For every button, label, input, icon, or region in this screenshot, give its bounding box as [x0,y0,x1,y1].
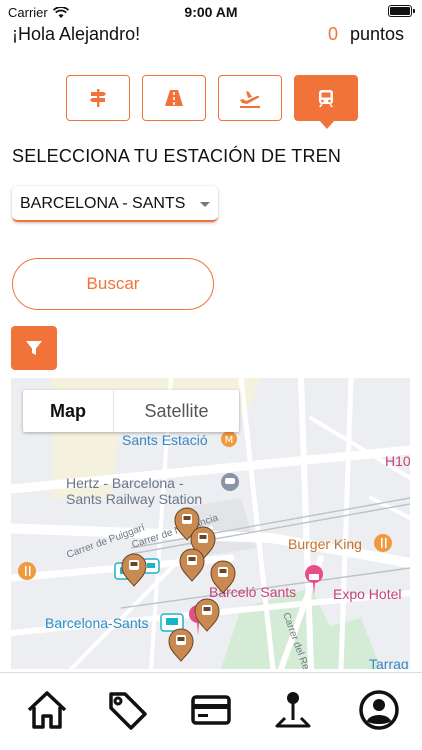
status-time: 9:00 AM [184,4,238,20]
map-view[interactable]: M Sants Estació Hertz - Barcelona - Sant… [11,378,410,669]
battery-icon [388,5,415,17]
map-label-expo-hotel: Expo Hotel [333,586,401,602]
mode-highway-button[interactable] [142,75,206,121]
map-label-sants-estacio: Sants Estació [122,432,208,448]
svg-text:M: M [225,435,234,446]
greeting: ¡Hola Alejandro! [12,24,141,44]
points-value: 0 [327,24,338,44]
tab-offers[interactable] [102,685,152,735]
bottom-tab-bar [0,672,422,750]
airplane-icon [240,91,260,108]
search-button[interactable]: Buscar [12,258,214,310]
mode-signpost-button[interactable] [66,75,130,121]
train-pin [121,553,147,587]
map-label-tarrag: Tarrag [369,656,409,669]
home-icon [27,691,67,729]
train-pin [168,628,194,662]
transport-mode-selector [66,75,358,129]
chevron-down-icon [200,202,210,207]
tab-map[interactable] [268,685,318,735]
map-label-barcelona-sants: Barcelona-Sants [45,615,149,631]
filter-button[interactable] [11,326,57,370]
map-label-hertz-line1: Hertz - Barcelona - [66,475,184,491]
map-pin-icon [275,692,311,728]
mode-flight-button[interactable] [218,75,282,121]
tag-icon [109,692,147,730]
map-type-satellite-button[interactable]: Satellite [114,390,239,432]
map-type-toggle: Map Satellite [23,390,239,432]
map-type-map-button[interactable]: Map [23,390,114,432]
tab-payments[interactable] [186,685,236,735]
highway-icon [165,90,183,106]
tab-home[interactable] [22,685,72,735]
map-label-hertz-line2: Sants Railway Station [66,491,202,507]
mode-train-button[interactable] [294,75,358,129]
map-label-burger-king: Burger King [288,536,362,552]
station-select[interactable]: BARCELONA - SANTS [12,186,218,222]
filter-icon [26,341,42,355]
station-select-value: BARCELONA - SANTS [20,195,186,212]
credit-card-icon [191,695,231,725]
points-label: puntos [349,24,404,44]
map-label-h10: H10 [385,453,410,469]
status-bar: Carrier 9:00 AM [0,0,422,24]
signpost-icon [90,89,106,107]
user-account-icon [359,690,399,730]
tab-profile[interactable] [354,685,404,735]
train-icon [319,90,333,107]
station-section-title: SELECCIONA TU ESTACIÓN DE TREN [12,146,342,166]
points-display: 0 puntos [328,24,404,45]
train-pin [179,548,205,582]
status-right [388,5,415,17]
